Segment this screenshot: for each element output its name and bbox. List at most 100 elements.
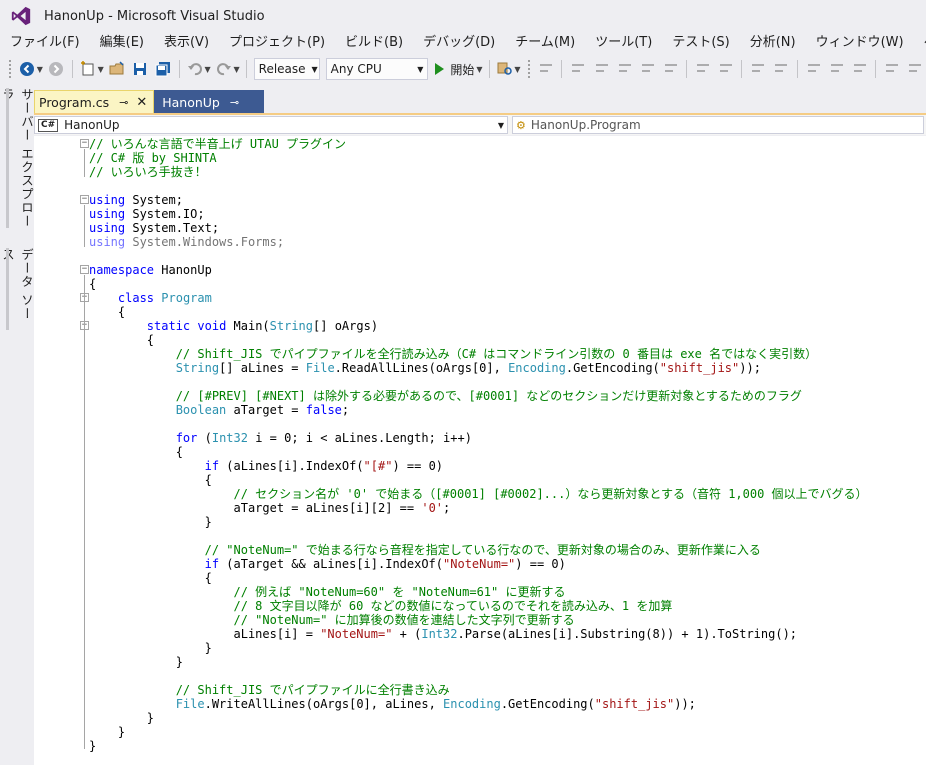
code-line[interactable]: { (89, 333, 154, 347)
menu-view[interactable]: 表示(V) (154, 33, 219, 53)
code-line[interactable]: using System.Text; (89, 221, 219, 235)
align-right-icon[interactable] (617, 62, 632, 76)
new-project-icon[interactable] (79, 59, 98, 79)
code-line[interactable]: { (89, 473, 212, 487)
code-line[interactable]: // Shift_JIS でパイプファイルを全行読み込み（C# はコマンドライン… (89, 347, 817, 361)
bring-to-front-icon[interactable] (907, 62, 922, 76)
code-line[interactable]: static void Main(String[] oArgs) (89, 319, 378, 333)
code-line[interactable]: { (89, 571, 212, 585)
toolbar-grip[interactable] (8, 59, 12, 79)
code-line[interactable]: class Program (89, 291, 212, 305)
code-line[interactable]: for (Int32 i = 0; i < aLines.Length; i++… (89, 431, 472, 445)
make-same-width-icon[interactable] (806, 62, 821, 76)
data-sources-tab[interactable]: データ ソース (0, 248, 34, 330)
menu-test[interactable]: テスト(S) (662, 33, 739, 53)
code-line[interactable]: } (89, 711, 154, 725)
code-line[interactable]: using System; (89, 193, 183, 207)
member-select[interactable]: ⚙ HanonUp.Program (512, 116, 924, 134)
tab-program-cs[interactable]: Program.cs ⊸ ✕ (34, 90, 155, 114)
tab-hanonup[interactable]: HanonUp ⊸ (154, 90, 265, 114)
code-line[interactable]: { (89, 445, 183, 459)
pin-icon[interactable]: ⊸ (119, 96, 128, 109)
menu-file[interactable]: ファイル(F) (0, 33, 90, 53)
start-button[interactable]: 開始 (431, 61, 478, 78)
align-middle-icon[interactable] (663, 62, 678, 76)
code-line[interactable]: { (89, 305, 125, 319)
solution-platform-select[interactable]: Any CPU ▼ (325, 58, 429, 80)
code-line[interactable]: // いろんな言語で半音上げ UTAU プラグイン (89, 137, 346, 151)
save-icon[interactable] (131, 59, 150, 79)
code-line[interactable]: if (aLines[i].IndexOf("[#") == 0) (89, 459, 443, 473)
back-dropdown-icon[interactable]: ▼ (37, 65, 43, 74)
make-same-height-icon[interactable] (829, 62, 844, 76)
horizontal-spacing-icon[interactable] (750, 62, 765, 76)
find-dropdown-icon[interactable]: ▼ (514, 65, 520, 74)
collapse-toggle-icon[interactable]: − (80, 195, 89, 204)
code-line[interactable]: // 8 文字目以降が 60 などの数値になっているのでそれを読み込み、1 を加… (89, 599, 673, 613)
pin-icon[interactable]: ⊸ (230, 96, 239, 109)
collapse-toggle-icon[interactable]: − (80, 139, 89, 148)
vertical-spacing-icon[interactable] (773, 62, 788, 76)
menu-analyze[interactable]: 分析(N) (740, 33, 806, 53)
code-token: "NoteNum=" (443, 557, 516, 571)
solution-configuration-select[interactable]: Release ▼ (253, 58, 320, 80)
code-line[interactable]: using System.Windows.Forms; (89, 235, 284, 249)
align-center-icon[interactable] (594, 62, 609, 76)
code-line[interactable]: // Shift_JIS でパイプファイルに全行書き込み (89, 683, 450, 697)
code-line[interactable]: aTarget = aLines[i][2] == '0'; (89, 501, 450, 515)
code-line[interactable]: File.WriteAllLines(oArgs[0], aLines, Enc… (89, 697, 696, 711)
find-icon[interactable] (495, 59, 514, 79)
code-line[interactable]: aLines[i] = "NoteNum=" + (Int32.Parse(aL… (89, 627, 797, 641)
menu-team[interactable]: チーム(M) (505, 33, 585, 53)
undo-dropdown-icon[interactable]: ▼ (204, 65, 210, 74)
close-icon[interactable]: ✕ (136, 95, 147, 110)
menu-project[interactable]: プロジェクト(P) (219, 33, 335, 53)
code-line[interactable]: String[] aLines = File.ReadAllLines(oArg… (89, 361, 761, 375)
back-icon[interactable] (18, 59, 37, 79)
center-horizontally-icon[interactable] (695, 62, 710, 76)
code-line[interactable]: // "NoteNum=" で始まる行なら音程を指定している行なので、更新対象の… (89, 543, 761, 557)
make-same-size-icon[interactable] (852, 62, 867, 76)
save-all-icon[interactable] (154, 59, 173, 79)
code-line[interactable]: Boolean aTarget = false; (89, 403, 349, 417)
code-line[interactable]: using System.IO; (89, 207, 205, 221)
code-line[interactable]: } (89, 641, 212, 655)
collapse-toggle-icon[interactable]: − (80, 265, 89, 274)
center-vertically-icon[interactable] (718, 62, 733, 76)
code-line[interactable]: } (89, 725, 125, 739)
code-line[interactable]: namespace HanonUp (89, 263, 212, 277)
align-top-icon[interactable] (640, 62, 655, 76)
server-explorer-tab[interactable]: サーバー エクスプローラー (0, 88, 34, 228)
code-line[interactable]: } (89, 655, 183, 669)
new-project-dropdown-icon[interactable]: ▼ (98, 65, 104, 74)
code-line[interactable]: // [#PREV] [#NEXT] は除外する必要があるので、[#0001] … (89, 389, 802, 403)
menu-help[interactable]: ヘルプ(H) (914, 33, 926, 53)
code-line[interactable]: { (89, 277, 96, 291)
forward-icon[interactable] (47, 59, 66, 79)
code-token: using (89, 235, 126, 249)
toolbar-grip[interactable] (526, 59, 531, 79)
project-select[interactable]: C# HanonUp ▼ (34, 116, 508, 134)
code-line[interactable]: // "NoteNum=" に加算後の数値を連結した文字列で更新する (89, 613, 575, 627)
menu-debug[interactable]: デバッグ(D) (413, 33, 505, 53)
code-line[interactable]: if (aTarget && aLines[i].IndexOf("NoteNu… (89, 557, 566, 571)
menu-build[interactable]: ビルド(B) (335, 33, 413, 53)
menu-window[interactable]: ウィンドウ(W) (806, 33, 914, 53)
code-line[interactable]: // 例えば "NoteNum=60" を "NoteNum=61" に更新する (89, 585, 566, 599)
snap-to-grid-icon[interactable] (884, 62, 899, 76)
code-line[interactable]: // セクション名が '0' で始まる（[#0001] [#0002]...）な… (89, 487, 868, 501)
redo-dropdown-icon[interactable]: ▼ (234, 65, 240, 74)
align-left-icon[interactable] (570, 62, 585, 76)
undo-icon[interactable] (186, 59, 205, 79)
start-dropdown-icon[interactable]: ▼ (476, 65, 482, 74)
comment-out-icon[interactable] (538, 62, 553, 76)
code-line[interactable]: // いろいろ手抜き！ (89, 165, 207, 179)
redo-icon[interactable] (215, 59, 234, 79)
open-file-icon[interactable] (108, 59, 127, 79)
code-line[interactable]: } (89, 515, 212, 529)
menu-edit[interactable]: 編集(E) (90, 33, 154, 53)
code-editor[interactable]: // いろんな言語で半音上げ UTAU プラグイン// C# 版 by SHIN… (34, 136, 926, 765)
menu-tools[interactable]: ツール(T) (585, 33, 662, 53)
code-line[interactable]: // C# 版 by SHINTA (89, 151, 217, 165)
code-line[interactable]: } (89, 739, 96, 753)
